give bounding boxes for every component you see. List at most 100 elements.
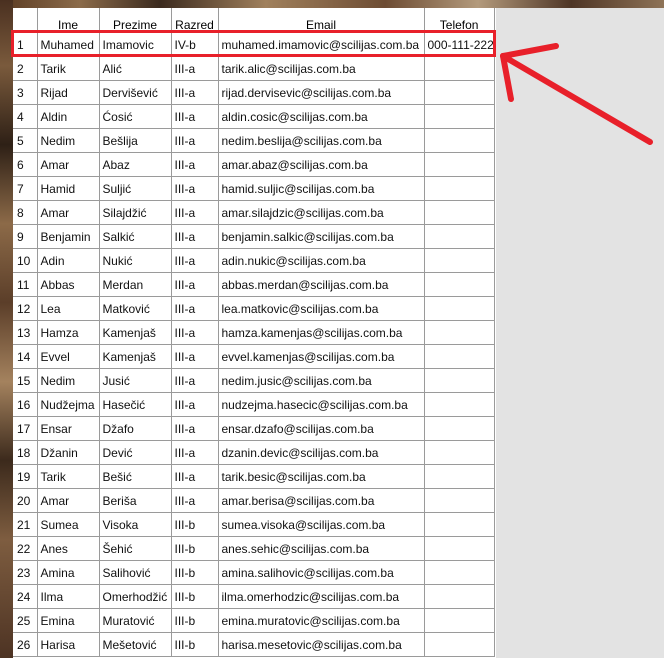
razred-cell[interactable]: III-a [171,248,219,273]
ime-cell[interactable]: Amina [37,560,100,585]
row-number-cell[interactable]: 3 [13,80,38,105]
row-number-cell[interactable]: 16 [13,392,38,417]
telefon-cell[interactable] [424,368,495,393]
telefon-cell[interactable] [424,608,495,633]
prezime-cell[interactable]: Abaz [99,152,172,177]
razred-cell[interactable]: III-a [171,272,219,297]
telefon-cell[interactable] [424,632,495,657]
prezime-cell[interactable]: Mešetović [99,632,172,657]
telefon-cell[interactable] [424,296,495,321]
telefon-cell[interactable] [424,152,495,177]
email-cell[interactable]: harisa.mesetovic@scilijas.com.ba [218,632,425,657]
table-row[interactable]: 3 Rijad Dervišević III-a rijad.dervisevic@sc… [13,80,495,105]
table-row[interactable]: 19 Tarik Bešić III-a tarik.besic@scilijas.co… [13,464,495,489]
table-row[interactable]: 20 Amar Beriša III-a amar.berisa@scilijas.co… [13,488,495,513]
telefon-cell[interactable] [424,248,495,273]
row-number-cell[interactable]: 10 [13,248,38,273]
column-header-prezime[interactable]: Prezime [99,8,172,33]
ime-cell[interactable]: Emina [37,608,100,633]
table-row[interactable]: 13 Hamza Kamenjaš III-a hamza.kamenjas@scili… [13,320,495,345]
prezime-cell[interactable]: Bešlija [99,128,172,153]
email-cell[interactable]: rijad.dervisevic@scilijas.com.ba [218,80,425,105]
email-cell[interactable]: aldin.cosic@scilijas.com.ba [218,104,425,129]
prezime-cell[interactable]: Hasečić [99,392,172,417]
table-row[interactable]: 4 Aldin Ćosić III-a aldin.cosic@scilijas.com… [13,104,495,129]
ime-cell[interactable]: Nudžejma [37,392,100,417]
row-number-cell[interactable]: 12 [13,296,38,321]
prezime-cell[interactable]: Dervišević [99,80,172,105]
table-row[interactable]: 10 Adin Nukić III-a adin.nukic@scilijas.com.… [13,248,495,273]
email-cell[interactable]: tarik.alic@scilijas.com.ba [218,56,425,81]
email-cell[interactable]: amar.abaz@scilijas.com.ba [218,152,425,177]
telefon-cell[interactable] [424,536,495,561]
email-cell[interactable]: dzanin.devic@scilijas.com.ba [218,440,425,465]
razred-cell[interactable]: III-a [171,56,219,81]
razred-cell[interactable]: III-a [171,320,219,345]
row-number-cell[interactable]: 25 [13,608,38,633]
row-number-cell[interactable]: 18 [13,440,38,465]
row-number-cell[interactable]: 20 [13,488,38,513]
row-number-cell[interactable]: 2 [13,56,38,81]
razred-cell[interactable]: III-a [171,464,219,489]
razred-cell[interactable]: III-a [171,392,219,417]
telefon-cell[interactable] [424,416,495,441]
row-number-cell[interactable]: 1 [13,32,38,57]
prezime-cell[interactable]: Suljić [99,176,172,201]
table-row[interactable]: 15 Nedim Jusić III-a nedim.jusic@scilijas.co… [13,368,495,393]
ime-cell[interactable]: Muhamed [37,32,100,57]
email-cell[interactable]: evvel.kamenjas@scilijas.com.ba [218,344,425,369]
row-number-cell[interactable]: 19 [13,464,38,489]
table-row[interactable]: 22 Anes Šehić III-b anes.sehic@scilijas.com.… [13,536,495,561]
prezime-cell[interactable]: Kamenjaš [99,344,172,369]
razred-cell[interactable]: III-b [171,560,219,585]
email-cell[interactable]: nedim.jusic@scilijas.com.ba [218,368,425,393]
row-number-cell[interactable]: 21 [13,512,38,537]
ime-cell[interactable]: Anes [37,536,100,561]
table-row[interactable]: 21 Sumea Visoka III-b sumea.visoka@scilijas.… [13,512,495,537]
prezime-cell[interactable]: Imamovic [99,32,172,57]
prezime-cell[interactable]: Kamenjaš [99,320,172,345]
email-cell[interactable]: nudzejma.hasecic@scilijas.com.ba [218,392,425,417]
ime-cell[interactable]: Evvel [37,344,100,369]
prezime-cell[interactable]: Ćosić [99,104,172,129]
email-cell[interactable]: anes.sehic@scilijas.com.ba [218,536,425,561]
ime-cell[interactable]: Džanin [37,440,100,465]
table-row[interactable]: 14 Evvel Kamenjaš III-a evvel.kamenjas@scili… [13,344,495,369]
email-cell[interactable]: benjamin.salkic@scilijas.com.ba [218,224,425,249]
prezime-cell[interactable]: Salihović [99,560,172,585]
prezime-cell[interactable]: Beriša [99,488,172,513]
prezime-cell[interactable]: Salkić [99,224,172,249]
table-row[interactable]: 17 Ensar Džafo III-a ensar.dzafo@scilijas.co… [13,416,495,441]
row-number-cell[interactable]: 6 [13,152,38,177]
ime-cell[interactable]: Harisa [37,632,100,657]
razred-cell[interactable]: III-a [171,344,219,369]
prezime-cell[interactable]: Muratović [99,608,172,633]
ime-cell[interactable]: Tarik [37,464,100,489]
email-cell[interactable]: muhamed.imamovic@scilijas.com.ba [218,32,425,57]
razred-cell[interactable]: III-a [171,368,219,393]
razred-cell[interactable]: III-a [171,104,219,129]
razred-cell[interactable]: III-b [171,512,219,537]
telefon-cell[interactable] [424,104,495,129]
razred-cell[interactable]: IV-b [171,32,219,57]
telefon-cell[interactable]: 000-111-222 [424,32,495,57]
razred-cell[interactable]: III-a [171,80,219,105]
ime-cell[interactable]: Amar [37,488,100,513]
table-row[interactable]: 9 Benjamin Salkić III-a benjamin.salkic@scil… [13,224,495,249]
row-number-cell[interactable]: 5 [13,128,38,153]
table-row[interactable]: 12 Lea Matković III-a lea.matkovic@scilijas.… [13,296,495,321]
email-cell[interactable]: emina.muratovic@scilijas.com.ba [218,608,425,633]
razred-cell[interactable]: III-a [171,200,219,225]
table-row[interactable]: 18 Džanin Dević III-a dzanin.devic@scilijas.… [13,440,495,465]
table-row[interactable]: 8 Amar Silajdžić III-a amar.silajdzic@scilij… [13,200,495,225]
table-row[interactable]: 7 Hamid Suljić III-a hamid.suljic@scilijas.c… [13,176,495,201]
email-cell[interactable]: lea.matkovic@scilijas.com.ba [218,296,425,321]
column-header-telefon[interactable]: Telefon [424,8,495,33]
telefon-cell[interactable] [424,176,495,201]
telefon-cell[interactable] [424,464,495,489]
prezime-cell[interactable]: Nukić [99,248,172,273]
table-row[interactable]: 1 Muhamed Imamovic IV-b muhamed.imamovic@sci… [13,32,495,57]
email-cell[interactable]: amina.salihovic@scilijas.com.ba [218,560,425,585]
telefon-cell[interactable] [424,440,495,465]
prezime-cell[interactable]: Visoka [99,512,172,537]
